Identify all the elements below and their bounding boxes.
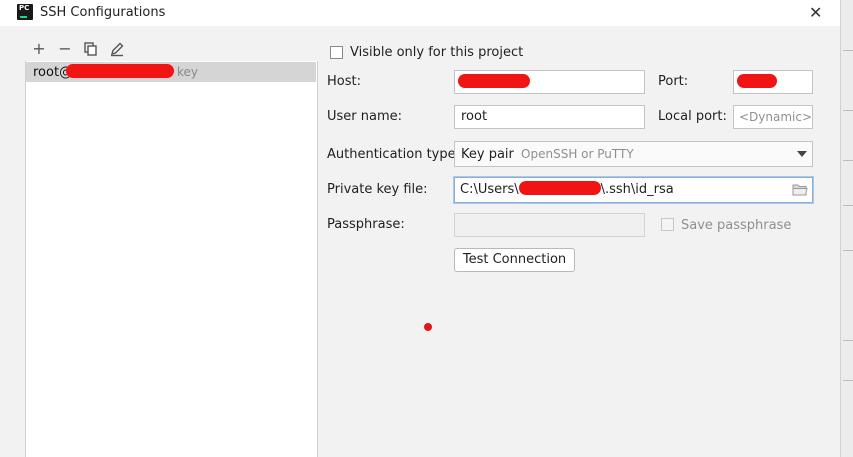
list-item-suffix: key [177,65,199,79]
private-key-redaction [518,181,601,195]
passphrase-field[interactable] [454,213,645,237]
auth-type-select[interactable]: Key pair OpenSSH or PuTTY [454,141,813,167]
redaction-mark [66,64,174,78]
auth-type-label: Authentication type: [327,147,460,162]
add-icon[interactable]: + [30,40,48,58]
configurations-list [25,61,318,457]
user-name-label: User name: [327,109,403,124]
pycharm-logo-icon: PC [17,4,33,20]
app-icon-text: PC [19,4,30,12]
folder-icon[interactable] [792,183,808,197]
local-port-placeholder: <Dynamic> [739,110,813,124]
remove-icon[interactable]: − [56,40,74,58]
close-icon[interactable]: ✕ [809,3,822,22]
local-port-label: Local port: [658,109,727,124]
private-key-prefix: C:\Users\ [460,182,519,197]
private-key-suffix: \.ssh\id_rsa [600,182,674,197]
background-window-edge [840,0,853,457]
host-redaction [458,74,530,88]
port-redaction [737,74,777,88]
private-key-label: Private key file: [327,182,428,197]
visible-only-checkbox[interactable] [330,46,343,59]
test-connection-button[interactable]: Test Connection [454,248,575,272]
auth-type-hint: OpenSSH or PuTTY [521,147,634,161]
window-title: SSH Configurations [40,5,166,20]
local-port-field[interactable]: <Dynamic> [733,105,813,129]
port-label: Port: [658,74,689,89]
host-label: Host: [327,74,361,89]
save-passphrase-checkbox[interactable] [661,218,674,231]
save-passphrase-label: Save passphrase [681,218,792,233]
edit-icon[interactable] [109,41,125,57]
user-name-field[interactable]: root [454,105,645,129]
private-key-field[interactable]: C:\Users\ \.ssh\id_rsa [454,177,813,203]
user-name-value: root [461,109,488,124]
cursor-marker [424,323,432,331]
visible-only-label: Visible only for this project [350,45,524,60]
copy-icon[interactable] [83,41,99,57]
dropdown-arrow-icon[interactable] [797,151,807,157]
passphrase-label: Passphrase: [327,217,405,232]
auth-type-value: Key pair [461,147,514,162]
